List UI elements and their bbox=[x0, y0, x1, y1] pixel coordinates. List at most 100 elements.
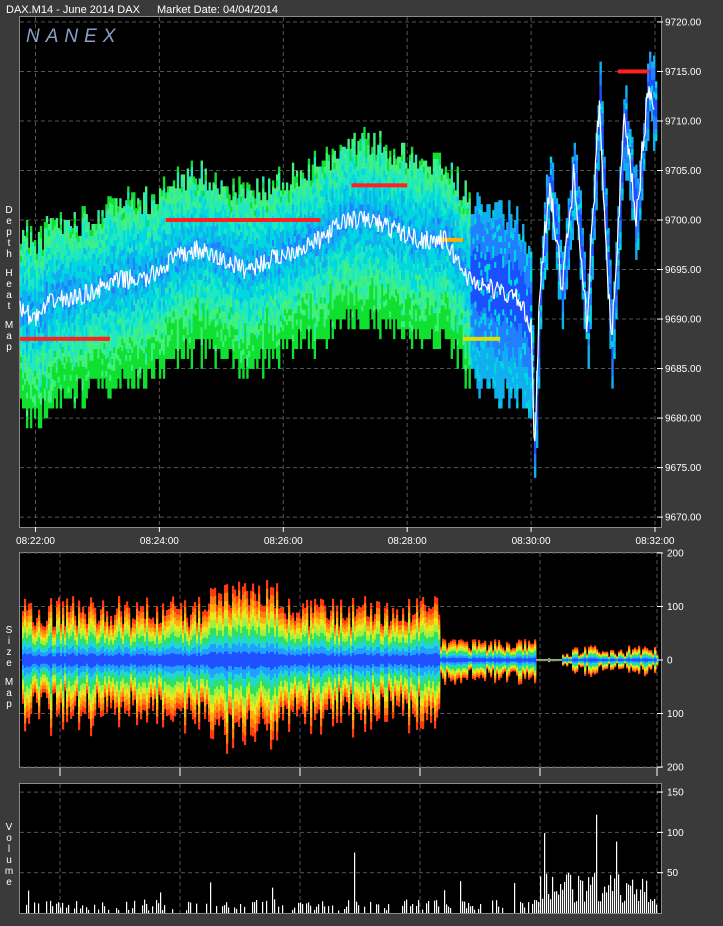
depth-heat-map-panel: 9720.00 9715.00 9710.00 9705.00 9700.00 9695.… bbox=[16, 16, 702, 547]
heat-cell bbox=[176, 166, 180, 173]
heat-cell bbox=[133, 382, 136, 389]
heat-cell bbox=[21, 229, 25, 237]
heat-cell bbox=[262, 360, 265, 367]
heat-cell bbox=[291, 352, 295, 359]
heat-cell bbox=[33, 245, 37, 252]
market-date-label: Market Date: 04/04/2014 bbox=[156, 4, 279, 16]
heat-cell bbox=[313, 346, 317, 354]
heat-cell bbox=[186, 168, 190, 175]
heat-cell bbox=[262, 176, 265, 183]
heat-cell bbox=[176, 356, 180, 363]
heat-cell bbox=[75, 386, 78, 393]
heat-cell bbox=[119, 382, 122, 389]
heat-cell bbox=[145, 186, 148, 193]
heat-cell bbox=[200, 166, 203, 173]
heat-cell bbox=[127, 186, 130, 193]
heat-cell bbox=[204, 352, 207, 359]
heat-cell bbox=[208, 342, 211, 350]
heat-cell bbox=[101, 382, 104, 389]
heat-cell bbox=[127, 382, 130, 389]
heat-cell bbox=[162, 182, 166, 189]
heat-cell bbox=[327, 332, 330, 340]
heat-cell bbox=[291, 168, 295, 175]
heat-cell bbox=[186, 352, 190, 359]
heat-cell bbox=[325, 342, 328, 350]
heat-cell bbox=[69, 392, 72, 399]
heat-cell bbox=[295, 336, 299, 344]
heat-cell bbox=[59, 223, 63, 231]
heat-cell bbox=[208, 182, 211, 189]
heat-cell bbox=[325, 146, 328, 153]
heat-cell bbox=[277, 338, 281, 346]
heat-cell bbox=[220, 180, 223, 187]
heat-cell bbox=[192, 342, 196, 350]
heat-cell bbox=[162, 176, 166, 183]
heat-cell bbox=[252, 190, 255, 197]
heat-cell bbox=[228, 194, 231, 201]
heat-cell bbox=[145, 204, 148, 211]
heat-cell bbox=[97, 216, 100, 223]
heat-cell bbox=[158, 372, 162, 379]
heat-cell bbox=[333, 150, 336, 157]
heat-cell bbox=[327, 154, 330, 161]
heat-cell bbox=[285, 182, 289, 189]
heat-cell bbox=[190, 166, 194, 173]
heat-cell bbox=[301, 172, 305, 179]
heat-cell bbox=[281, 342, 285, 350]
heat-cell bbox=[353, 317, 356, 324]
heat-cell bbox=[87, 382, 90, 389]
heat-cell bbox=[127, 192, 130, 199]
heat-cell bbox=[226, 186, 229, 193]
heat-cell bbox=[182, 352, 186, 359]
heat-cell bbox=[109, 392, 112, 399]
heat-cell bbox=[347, 317, 350, 324]
heat-cell bbox=[200, 362, 203, 369]
heat-cell bbox=[75, 392, 78, 399]
heat-cell bbox=[172, 352, 176, 359]
heat-cell bbox=[295, 176, 299, 183]
heat-cell bbox=[214, 362, 217, 369]
heat-cell bbox=[25, 231, 29, 239]
heat-cell bbox=[190, 356, 194, 363]
heat-cell bbox=[176, 178, 180, 185]
heat-cell bbox=[145, 376, 148, 383]
heat-cell bbox=[242, 360, 245, 367]
heat-cell bbox=[200, 344, 203, 352]
heat-cell bbox=[307, 330, 311, 338]
heat-cell bbox=[39, 410, 43, 417]
heat-cell bbox=[214, 178, 217, 185]
heat-cell bbox=[115, 382, 118, 389]
heat-cell bbox=[353, 323, 356, 330]
heat-cell bbox=[39, 416, 43, 423]
heat-cell bbox=[29, 416, 33, 423]
heat-cell bbox=[339, 323, 342, 330]
heat-cell bbox=[277, 344, 281, 352]
heat-cell bbox=[246, 372, 249, 379]
heat-cell bbox=[232, 184, 235, 191]
heat-cell bbox=[162, 366, 166, 373]
heat-cell bbox=[152, 372, 156, 379]
heat-cell bbox=[190, 160, 194, 167]
heat-cell bbox=[139, 372, 142, 379]
heat-cell bbox=[242, 366, 245, 373]
heat-cell bbox=[73, 218, 76, 225]
heat-cell bbox=[258, 192, 261, 199]
heat-cell bbox=[264, 352, 267, 359]
heat-cell bbox=[200, 338, 203, 346]
heat-cell bbox=[25, 225, 29, 233]
heat-cell bbox=[83, 206, 86, 213]
heat-cell bbox=[285, 342, 289, 350]
heat-cell bbox=[204, 180, 207, 187]
heat-cell bbox=[327, 160, 330, 167]
heat-cell bbox=[277, 184, 281, 191]
heat-cell bbox=[145, 192, 148, 199]
heat-cell bbox=[258, 352, 261, 359]
heat-cell bbox=[55, 218, 59, 225]
heat-cell bbox=[277, 172, 281, 179]
heat-cell bbox=[182, 346, 186, 354]
heat-cell bbox=[313, 352, 317, 359]
heat-cell bbox=[268, 184, 271, 191]
heat-cell bbox=[59, 402, 63, 409]
heat-cell bbox=[176, 362, 180, 369]
heat-cell bbox=[242, 188, 245, 195]
